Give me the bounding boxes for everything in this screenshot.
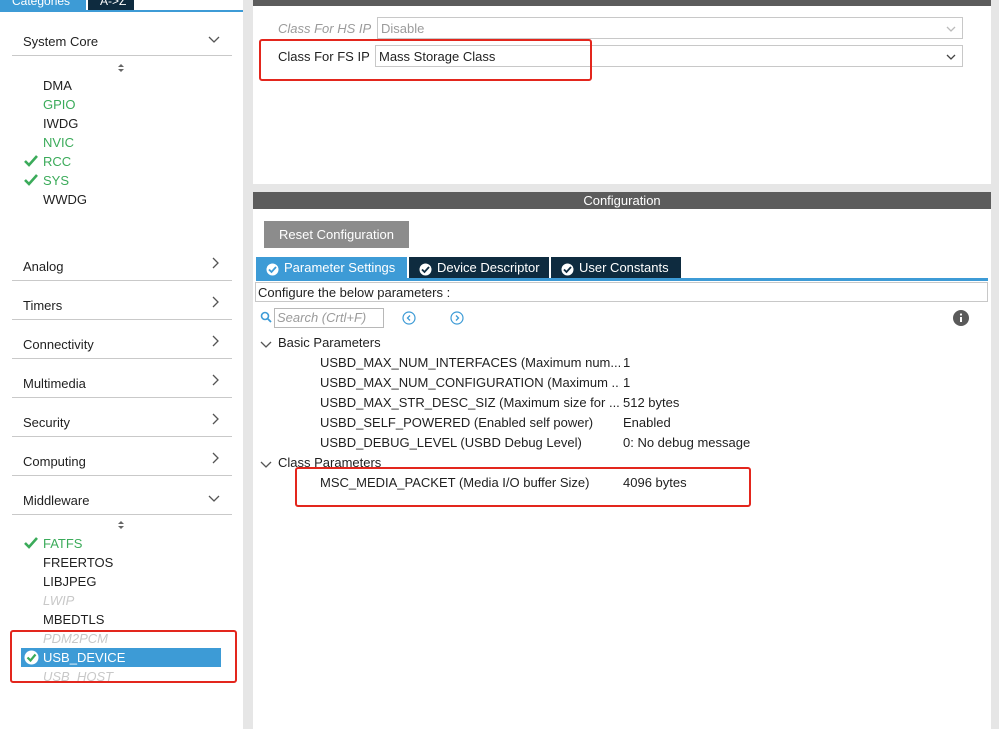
previous-icon[interactable] xyxy=(402,311,416,325)
highlight-box xyxy=(259,39,592,81)
next-icon[interactable] xyxy=(450,311,464,325)
item-wwdg[interactable]: WWDG xyxy=(43,192,87,207)
group-computing[interactable]: Computing xyxy=(12,438,232,476)
info-icon[interactable] xyxy=(953,310,969,326)
param-name[interactable]: USBD_MAX_STR_DESC_SIZ (Maximum size for … xyxy=(320,395,620,410)
tab-a-z-label: A->Z xyxy=(100,0,127,8)
param-name[interactable]: USBD_DEBUG_LEVEL (USBD Debug Level) xyxy=(320,435,620,450)
check-icon xyxy=(24,537,38,549)
check-circle-icon xyxy=(419,261,432,276)
chevron-down-icon[interactable] xyxy=(260,338,272,348)
param-name[interactable]: USBD_SELF_POWERED (Enabled self power) xyxy=(320,415,620,430)
tab-a-z[interactable]: A->Z xyxy=(88,0,134,10)
check-icon xyxy=(24,174,38,186)
group-label: Security xyxy=(23,415,70,430)
param-value[interactable]: 512 bytes xyxy=(623,395,679,410)
highlight-box xyxy=(10,630,237,683)
item-lwip: LWIP xyxy=(43,593,75,608)
group-security[interactable]: Security xyxy=(12,399,232,437)
item-mbedtls[interactable]: MBEDTLS xyxy=(43,612,104,627)
item-iwdg[interactable]: IWDG xyxy=(43,116,78,131)
tab-device-descriptor[interactable]: Device Descriptor xyxy=(409,257,549,278)
item-fatfs[interactable]: FATFS xyxy=(43,536,82,551)
categories-panel: Categories A->Z System Core DMA GPIO IWD… xyxy=(0,0,245,729)
group-label: System Core xyxy=(23,34,99,49)
group-label: Multimedia xyxy=(23,376,86,391)
panel-gap xyxy=(253,184,999,192)
tab-label: Parameter Settings xyxy=(284,260,396,275)
panel-divider xyxy=(243,0,253,729)
chevron-right-icon xyxy=(212,413,220,428)
tab-user-constants[interactable]: User Constants xyxy=(551,257,681,278)
search-input[interactable]: Search (Crtl+F) xyxy=(274,308,384,328)
param-value[interactable]: 1 xyxy=(623,355,630,370)
tab-label: User Constants xyxy=(579,260,669,275)
configuration-header: Configuration xyxy=(253,192,991,209)
hs-ip-select: Disable xyxy=(377,17,963,39)
param-value[interactable]: Enabled xyxy=(623,415,671,430)
highlight-box xyxy=(295,467,751,507)
check-circle-icon xyxy=(561,261,574,276)
group-timers[interactable]: Timers xyxy=(12,282,232,320)
item-libjpeg[interactable]: LIBJPEG xyxy=(43,574,96,589)
hs-ip-label: Class For HS IP xyxy=(278,21,372,36)
group-middleware[interactable]: Middleware xyxy=(12,477,232,515)
group-label: Analog xyxy=(23,259,64,274)
group-multimedia[interactable]: Multimedia xyxy=(12,360,232,398)
tab-parameter-settings[interactable]: Parameter Settings xyxy=(256,257,407,278)
param-name[interactable]: USBD_MAX_NUM_INTERFACES (Maximum num... xyxy=(320,355,620,370)
param-name[interactable]: USBD_MAX_NUM_CONFIGURATION (Maximum ... xyxy=(320,375,620,390)
chevron-down-icon xyxy=(208,32,220,47)
group-system-core[interactable]: System Core xyxy=(12,18,232,56)
tab-categories[interactable]: Categories xyxy=(0,0,86,10)
sort-icon[interactable] xyxy=(116,62,126,74)
item-dma[interactable]: DMA xyxy=(43,78,72,93)
chevron-right-icon xyxy=(212,452,220,467)
group-label: Computing xyxy=(23,454,86,469)
sort-icon[interactable] xyxy=(116,519,126,531)
chevron-right-icon xyxy=(212,257,220,272)
check-circle-icon xyxy=(266,261,279,276)
category-tabs: Categories A->Z xyxy=(0,0,243,12)
group-label: Timers xyxy=(23,298,63,313)
tab-label: Device Descriptor xyxy=(437,260,540,275)
check-icon xyxy=(24,155,38,167)
chevron-down-icon[interactable] xyxy=(260,458,272,468)
tab-underline xyxy=(256,278,988,281)
item-gpio[interactable]: GPIO xyxy=(43,97,76,112)
group-label: Connectivity xyxy=(23,337,94,352)
description-text: Configure the below parameters : xyxy=(258,285,451,300)
chevron-right-icon xyxy=(212,374,220,389)
reset-configuration-button[interactable]: Reset Configuration xyxy=(264,221,409,248)
group-label: Middleware xyxy=(23,493,90,508)
chevron-down-icon xyxy=(946,22,956,32)
chevron-right-icon xyxy=(212,296,220,311)
chevron-down-icon xyxy=(946,50,956,60)
group-connectivity[interactable]: Connectivity xyxy=(12,321,232,359)
tab-categories-label: Categories xyxy=(12,0,71,8)
item-freertos[interactable]: FREERTOS xyxy=(43,555,113,570)
search-icon xyxy=(260,311,272,323)
chevron-right-icon xyxy=(212,335,220,350)
item-rcc[interactable]: RCC xyxy=(43,154,71,169)
group-analog[interactable]: Analog xyxy=(12,243,232,281)
panel-edge xyxy=(991,0,999,729)
basic-parameters-group[interactable]: Basic Parameters xyxy=(278,335,381,350)
item-sys[interactable]: SYS xyxy=(43,173,69,188)
hs-ip-value: Disable xyxy=(381,21,425,36)
description-box: Configure the below parameters : xyxy=(255,282,988,302)
param-value[interactable]: 0: No debug message xyxy=(623,435,750,450)
item-nvic[interactable]: NVIC xyxy=(43,135,74,150)
param-value[interactable]: 1 xyxy=(623,375,630,390)
chevron-down-icon xyxy=(208,491,220,506)
